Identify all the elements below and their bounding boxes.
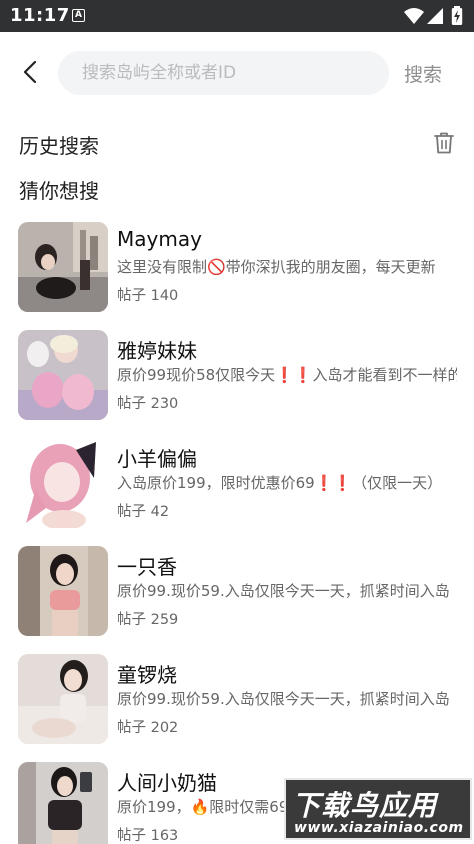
island-name: 小羊偏偏 <box>117 447 197 471</box>
island-name: 人间小奶猫 <box>117 771 217 795</box>
island-desc: 原价99.现价59.入岛仅限今天一天，抓紧时间入岛 <box>117 582 450 600</box>
island-desc: 入岛原价199，限时优惠价69❗❗（仅限一天） <box>117 474 443 492</box>
suggest-title: 猜你想搜 <box>19 179 99 203</box>
post-count: 帖子 202 <box>117 720 179 736</box>
island-desc: 这里没有限制🚫带你深扒我的朋友圈，每天更新 <box>117 258 436 276</box>
island-avatar <box>18 222 108 312</box>
watermark-url: www.xiazainiao.com <box>294 820 464 836</box>
notification-a-icon: A <box>72 9 85 22</box>
post-count: 帖子 42 <box>117 504 170 520</box>
battery-charging-icon <box>451 6 463 25</box>
island-avatar <box>18 438 108 528</box>
status-bar: 11:17 A <box>0 0 474 32</box>
island-avatar <box>18 762 108 844</box>
back-arrow-icon[interactable] <box>18 58 42 86</box>
wifi-icon <box>404 8 424 24</box>
list-item[interactable]: 雅婷妹妹 原价99现价58仅限今天❗❗入岛才能看到不一样的我 帖子 230 <box>0 328 474 428</box>
post-count: 帖子 140 <box>117 288 179 304</box>
island-name: 雅婷妹妹 <box>117 339 197 363</box>
list-item[interactable]: 小羊偏偏 入岛原价199，限时优惠价69❗❗（仅限一天） 帖子 42 <box>0 436 474 536</box>
island-name: 童锣烧 <box>117 663 177 687</box>
island-desc: 原价99现价58仅限今天❗❗入岛才能看到不一样的我 <box>117 366 457 384</box>
list-item[interactable]: Maymay 这里没有限制🚫带你深扒我的朋友圈，每天更新 帖子 140 <box>0 220 474 320</box>
post-count: 帖子 230 <box>117 396 179 412</box>
watermark-logo: 下载鸟应用 www.xiazainiao.com <box>284 778 472 840</box>
signal-icon <box>427 8 443 24</box>
island-desc: 原价99.现价59.入岛仅限今天一天，抓紧时间入岛 <box>117 690 450 708</box>
island-name: Maymay <box>117 227 202 251</box>
list-item[interactable]: 一只香 原价99.现价59.入岛仅限今天一天，抓紧时间入岛 帖子 259 <box>0 544 474 644</box>
island-avatar <box>18 654 108 744</box>
post-count: 帖子 259 <box>117 612 179 628</box>
search-bar: 搜索 <box>0 32 474 116</box>
island-avatar <box>18 330 108 420</box>
list-item[interactable]: 童锣烧 原价99.现价59.入岛仅限今天一天，抓紧时间入岛 帖子 202 <box>0 652 474 752</box>
island-avatar <box>18 546 108 636</box>
island-name: 一只香 <box>117 555 177 579</box>
history-title: 历史搜索 <box>19 134 99 158</box>
search-button[interactable]: 搜索 <box>404 60 442 87</box>
search-input[interactable] <box>58 51 389 95</box>
post-count: 帖子 163 <box>117 828 179 844</box>
status-time: 11:17 <box>10 5 70 26</box>
trash-icon[interactable] <box>433 131 455 155</box>
watermark-text: 下载鸟应用 <box>292 789 438 822</box>
